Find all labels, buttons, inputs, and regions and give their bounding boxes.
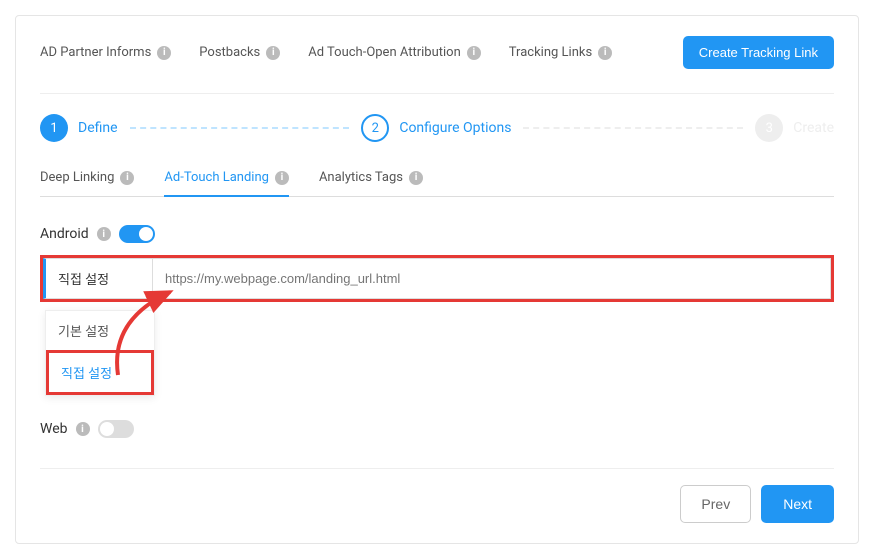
dropdown-wrapper: 기본 설정 직접 설정 (40, 310, 834, 410)
android-mode-select[interactable]: 직접 설정 (43, 258, 153, 299)
step-label-define: Define (78, 120, 118, 136)
android-mode-dropdown: 기본 설정 직접 설정 (45, 310, 155, 396)
stepper: 1 Define 2 Configure Options 3 Create (40, 93, 834, 142)
web-heading: Web i (40, 420, 834, 438)
top-nav: AD Partner Informs i Postbacks i Ad Touc… (40, 45, 612, 60)
step-configure[interactable]: 2 Configure Options (361, 114, 511, 142)
step-connector (130, 127, 350, 129)
step-define[interactable]: 1 Define (40, 114, 118, 142)
nav-tracking-links[interactable]: Tracking Links i (509, 45, 612, 60)
info-icon: i (266, 46, 280, 60)
dropdown-option-default[interactable]: 기본 설정 (46, 311, 154, 350)
info-icon: i (157, 46, 171, 60)
android-toggle[interactable] (119, 225, 155, 243)
step-circle-2: 2 (361, 114, 389, 142)
info-icon: i (275, 171, 289, 185)
toggle-knob (139, 227, 153, 241)
tab-deep-linking[interactable]: Deep Linking i (40, 170, 134, 197)
info-icon: i (97, 227, 111, 241)
step-label-configure: Configure Options (399, 120, 511, 136)
info-icon: i (598, 46, 612, 60)
step-circle-3: 3 (755, 114, 783, 142)
web-label: Web (40, 421, 68, 437)
android-input-row: 직접 설정 (40, 255, 834, 302)
next-button[interactable]: Next (761, 485, 834, 523)
dropdown-option-custom[interactable]: 직접 설정 (46, 350, 154, 395)
create-tracking-link-button[interactable]: Create Tracking Link (683, 36, 834, 69)
sub-tabs: Deep Linking i Ad-Touch Landing i Analyt… (40, 170, 834, 197)
step-connector (523, 127, 743, 129)
toggle-knob (100, 422, 114, 436)
prev-button[interactable]: Prev (680, 485, 751, 523)
info-icon: i (467, 46, 481, 60)
info-icon: i (76, 422, 90, 436)
tab-analytics-tags[interactable]: Analytics Tags i (319, 170, 423, 197)
step-create: 3 Create (755, 114, 834, 142)
nav-postbacks[interactable]: Postbacks i (199, 45, 280, 60)
config-panel: AD Partner Informs i Postbacks i Ad Touc… (15, 15, 859, 544)
step-label-create: Create (793, 120, 834, 136)
footer-buttons: Prev Next (40, 468, 834, 523)
nav-ad-touch-open-attribution[interactable]: Ad Touch-Open Attribution i (308, 45, 481, 60)
step-circle-1: 1 (40, 114, 68, 142)
android-heading: Android i (40, 225, 834, 243)
top-bar: AD Partner Informs i Postbacks i Ad Touc… (40, 36, 834, 69)
nav-ad-partner-informs[interactable]: AD Partner Informs i (40, 45, 171, 60)
android-url-input[interactable] (153, 258, 831, 299)
web-toggle[interactable] (98, 420, 134, 438)
info-icon: i (409, 171, 423, 185)
android-label: Android (40, 226, 89, 242)
tab-ad-touch-landing[interactable]: Ad-Touch Landing i (164, 170, 289, 197)
info-icon: i (120, 171, 134, 185)
